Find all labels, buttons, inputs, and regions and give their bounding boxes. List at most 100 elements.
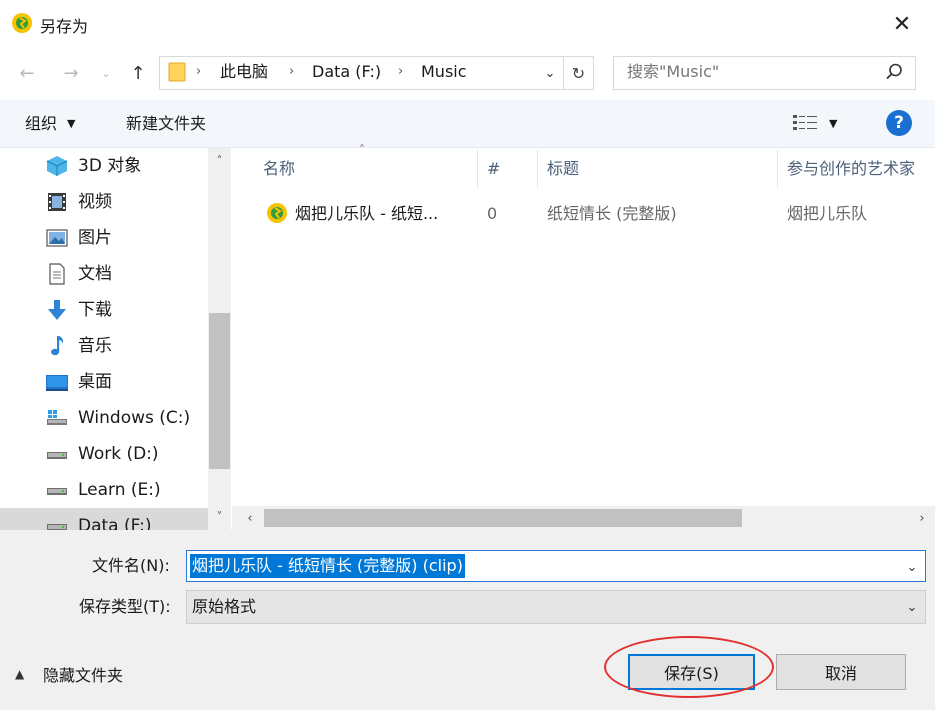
column-divider[interactable] xyxy=(537,150,538,188)
sidebar-item-label: Data (F:) xyxy=(78,516,152,530)
close-icon: ✕ xyxy=(892,11,912,37)
search-placeholder: 搜索"Music" xyxy=(627,62,720,81)
cancel-button[interactable]: 取消 xyxy=(776,654,906,690)
sidebar-item-windows-c[interactable]: Windows (C:) xyxy=(0,400,208,436)
chevron-left-icon: ‹ xyxy=(247,510,253,526)
breadcrumb-separator: › xyxy=(196,64,202,79)
chevron-down-icon: ˅ xyxy=(216,510,223,524)
video-icon xyxy=(48,193,66,211)
column-header-name[interactable]: 名称 xyxy=(263,158,295,180)
sidebar-item-label: 文档 xyxy=(78,264,112,284)
chevron-down-icon: ⌄ xyxy=(906,599,918,615)
file-artist-cell: 烟把儿乐队 xyxy=(787,204,868,223)
sidebar-item-label: Work (D:) xyxy=(78,444,159,464)
sidebar-item-label: 3D 对象 xyxy=(78,156,142,176)
chevron-down-icon: ⌄ xyxy=(101,66,111,80)
sidebar-item-label: 桌面 xyxy=(78,372,112,392)
sidebar-item-desktop[interactable]: 桌面 xyxy=(0,364,208,400)
sidebar-item-pictures[interactable]: 图片 xyxy=(0,220,208,256)
sidebar-item-label: Windows (C:) xyxy=(78,408,191,428)
help-icon: ? xyxy=(894,113,904,133)
up-button[interactable]: ↑ xyxy=(124,58,152,88)
view-options-icon[interactable] xyxy=(792,112,820,134)
file-name-cell[interactable]: 烟把儿乐队 - 纸短... xyxy=(295,203,438,225)
organize-button[interactable]: 组织 xyxy=(25,112,57,136)
chevron-right-icon: › xyxy=(919,510,925,526)
title-bar xyxy=(0,0,935,48)
filename-dropdown-button[interactable]: ⌄ xyxy=(902,556,922,578)
3d-objects-icon xyxy=(46,156,68,176)
hide-folders-button[interactable]: 隐藏文件夹 xyxy=(43,664,123,688)
chevron-down-icon: ⌄ xyxy=(544,65,556,81)
folder-icon xyxy=(168,62,186,82)
column-header-number[interactable]: # xyxy=(487,158,500,180)
downloads-icon xyxy=(48,300,66,320)
scroll-right-button[interactable]: › xyxy=(912,507,932,529)
music-file-icon xyxy=(267,203,287,223)
chevron-down-icon: ⌄ xyxy=(906,559,918,575)
music-icon xyxy=(51,336,64,356)
search-icon[interactable] xyxy=(884,62,904,82)
arrow-right-icon: → xyxy=(63,62,79,84)
column-header-title[interactable]: 标题 xyxy=(547,158,579,180)
filetype-select[interactable] xyxy=(186,590,926,624)
sidebar-item-work-d[interactable]: Work (D:) xyxy=(0,436,208,472)
filetype-label: 保存类型(T): xyxy=(79,597,171,616)
sidebar-item-downloads[interactable]: 下载 xyxy=(0,292,208,328)
drive-icon xyxy=(47,488,67,495)
caret-down-icon[interactable]: ▼ xyxy=(829,112,837,136)
forward-button[interactable]: → xyxy=(56,58,86,88)
sidebar-item-label: 图片 xyxy=(78,228,112,248)
sidebar-item-video[interactable]: 视频 xyxy=(0,184,208,220)
filetype-dropdown-button[interactable]: ⌄ xyxy=(902,596,922,618)
arrow-up-icon: ↑ xyxy=(130,62,146,84)
desktop-icon xyxy=(46,375,68,391)
back-button[interactable]: ← xyxy=(12,58,42,88)
breadcrumb-separator: › xyxy=(398,64,404,79)
recent-locations-button[interactable]: ⌄ xyxy=(96,58,116,88)
sidebar-item-label: 音乐 xyxy=(78,336,112,356)
address-dropdown-button[interactable]: ⌄ xyxy=(540,60,560,86)
file-title-cell: 纸短情长 (完整版) xyxy=(547,204,677,223)
breadcrumb-music[interactable]: Music xyxy=(421,61,467,83)
refresh-icon: ↻ xyxy=(571,63,586,83)
breadcrumb-separator: › xyxy=(289,64,295,79)
horizontal-scroll-thumb[interactable] xyxy=(264,509,742,527)
sidebar-item-label: 视频 xyxy=(78,192,112,212)
filename-label: 文件名(N): xyxy=(92,556,170,575)
breadcrumb-this-pc[interactable]: 此电脑 xyxy=(220,61,268,83)
sidebar-item-documents[interactable]: 文档 xyxy=(0,256,208,292)
new-folder-button[interactable]: 新建文件夹 xyxy=(126,112,206,136)
sidebar-item-label: Learn (E:) xyxy=(78,480,161,500)
refresh-button[interactable]: ↻ xyxy=(564,56,594,90)
system-drive-icon xyxy=(47,410,67,425)
scroll-down-button[interactable]: ˅ xyxy=(208,506,231,528)
help-button[interactable]: ? xyxy=(886,110,912,136)
filename-value[interactable]: 烟把儿乐队 - 纸短情长 (完整版) (clip) xyxy=(190,554,465,578)
scroll-up-button[interactable]: ˄ xyxy=(208,150,231,172)
sidebar-item-data-f[interactable]: Data (F:) xyxy=(0,508,208,530)
caret-up-icon[interactable]: ▲ xyxy=(15,667,24,681)
documents-icon xyxy=(49,263,65,285)
drive-icon xyxy=(47,452,67,459)
sort-ascending-icon: ˄ xyxy=(359,143,365,157)
app-logo-icon xyxy=(12,13,32,33)
sidebar-scroll-thumb[interactable] xyxy=(209,313,230,469)
filetype-value: 原始格式 xyxy=(192,597,257,616)
close-button[interactable]: ✕ xyxy=(880,8,924,40)
sidebar-item-learn-e[interactable]: Learn (E:) xyxy=(0,472,208,508)
file-number-cell: 0 xyxy=(487,204,498,223)
arrow-left-icon: ← xyxy=(19,62,35,84)
column-header-artist[interactable]: 参与创作的艺术家 xyxy=(787,158,933,180)
pictures-icon xyxy=(46,229,68,247)
annotation-circle xyxy=(604,636,774,698)
column-divider[interactable] xyxy=(777,150,778,188)
sidebar-item-3d-objects[interactable]: 3D 对象 xyxy=(0,148,208,184)
chevron-up-icon: ˄ xyxy=(216,154,223,168)
caret-down-icon[interactable]: ▼ xyxy=(67,112,75,136)
column-divider[interactable] xyxy=(477,150,478,188)
sidebar-item-music[interactable]: 音乐 xyxy=(0,328,208,364)
scroll-left-button[interactable]: ‹ xyxy=(240,507,260,529)
breadcrumb-data-drive[interactable]: Data (F:) xyxy=(312,61,381,83)
window-title: 另存为 xyxy=(40,17,89,36)
